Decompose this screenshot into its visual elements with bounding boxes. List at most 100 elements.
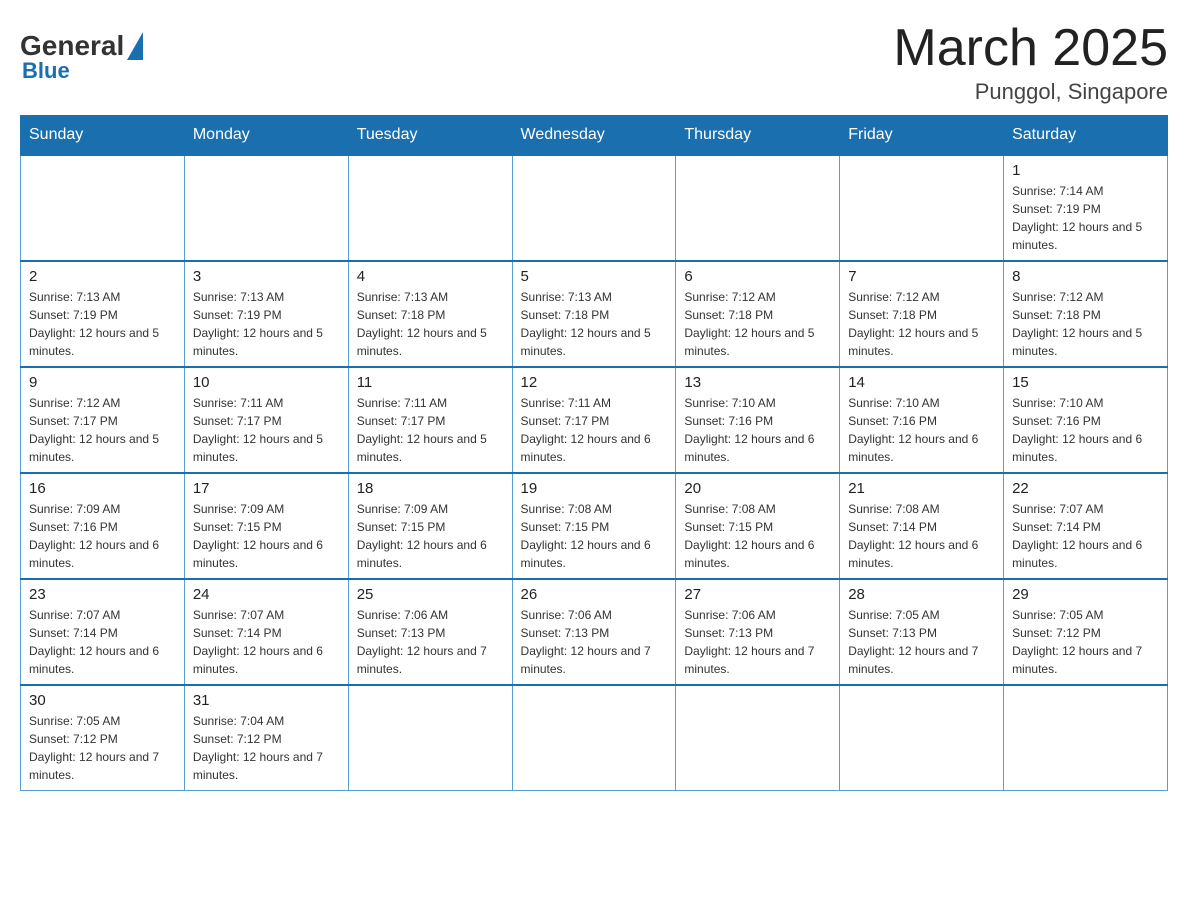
calendar-week-row: 30 Sunrise: 7:05 AM Sunset: 7:12 PM Dayli… [21,685,1168,791]
day-number: 16 [29,480,176,497]
day-info: Sunrise: 7:08 AM Sunset: 7:15 PM Dayligh… [684,500,831,572]
day-number: 14 [848,374,995,391]
calendar-day-cell: 7 Sunrise: 7:12 AM Sunset: 7:18 PM Daylig… [840,261,1004,367]
day-info: Sunrise: 7:13 AM Sunset: 7:18 PM Dayligh… [521,288,668,360]
calendar-day-cell: 8Sunrise: 7:12 AM Sunset: 7:18 PM Daylig… [1004,261,1168,367]
calendar-table: SundayMondayTuesdayWednesdayThursdayFrid… [20,115,1168,791]
calendar-day-header: Saturday [1004,116,1168,156]
day-info: Sunrise: 7:05 AM Sunset: 7:13 PM Dayligh… [848,606,995,678]
day-info: Sunrise: 7:08 AM Sunset: 7:15 PM Dayligh… [521,500,668,572]
calendar-day-header: Tuesday [348,116,512,156]
day-info: Sunrise: 7:13 AM Sunset: 7:19 PM Dayligh… [29,288,176,360]
day-number: 4 [357,268,504,285]
calendar-day-cell [512,685,676,791]
day-number: 20 [684,480,831,497]
day-info: Sunrise: 7:07 AM Sunset: 7:14 PM Dayligh… [193,606,340,678]
calendar-day-header: Thursday [676,116,840,156]
day-number: 7 [848,268,995,285]
calendar-day-cell: 29Sunrise: 7:05 AM Sunset: 7:12 PM Dayli… [1004,579,1168,685]
day-info: Sunrise: 7:11 AM Sunset: 7:17 PM Dayligh… [357,394,504,466]
day-number: 30 [29,692,176,709]
calendar-day-cell: 1Sunrise: 7:14 AM Sunset: 7:19 PM Daylig… [1004,155,1168,261]
calendar-day-header: Sunday [21,116,185,156]
calendar-day-cell [21,155,185,261]
logo-blue-text: Blue [22,58,70,84]
day-number: 10 [193,374,340,391]
calendar-day-cell: 15Sunrise: 7:10 AM Sunset: 7:16 PM Dayli… [1004,367,1168,473]
logo-triangle-icon [127,32,143,60]
day-number: 17 [193,480,340,497]
calendar-day-cell: 18Sunrise: 7:09 AM Sunset: 7:15 PM Dayli… [348,473,512,579]
day-number: 27 [684,586,831,603]
calendar-day-cell: 17Sunrise: 7:09 AM Sunset: 7:15 PM Dayli… [184,473,348,579]
day-number: 2 [29,268,176,285]
calendar-day-cell: 23 Sunrise: 7:07 AM Sunset: 7:14 PM Dayli… [21,579,185,685]
calendar-day-cell [348,155,512,261]
day-number: 6 [684,268,831,285]
day-number: 9 [29,374,176,391]
day-number: 15 [1012,374,1159,391]
calendar-day-cell: 30 Sunrise: 7:05 AM Sunset: 7:12 PM Dayli… [21,685,185,791]
day-number: 21 [848,480,995,497]
day-info: Sunrise: 7:05 AM Sunset: 7:12 PM Dayligh… [29,712,176,784]
calendar-week-row: 23 Sunrise: 7:07 AM Sunset: 7:14 PM Dayli… [21,579,1168,685]
day-info: Sunrise: 7:10 AM Sunset: 7:16 PM Dayligh… [848,394,995,466]
calendar-week-row: 1Sunrise: 7:14 AM Sunset: 7:19 PM Daylig… [21,155,1168,261]
day-info: Sunrise: 7:07 AM Sunset: 7:14 PM Dayligh… [29,606,176,678]
calendar-header-row: SundayMondayTuesdayWednesdayThursdayFrid… [21,116,1168,156]
calendar-day-cell: 26 Sunrise: 7:06 AM Sunset: 7:13 PM Dayli… [512,579,676,685]
day-number: 23 [29,586,176,603]
calendar-day-cell [1004,685,1168,791]
calendar-day-cell [348,685,512,791]
calendar-day-cell: 4Sunrise: 7:13 AM Sunset: 7:18 PM Daylig… [348,261,512,367]
day-info: Sunrise: 7:12 AM Sunset: 7:17 PM Dayligh… [29,394,176,466]
day-info: Sunrise: 7:06 AM Sunset: 7:13 PM Dayligh… [521,606,668,678]
calendar-day-cell: 9 Sunrise: 7:12 AM Sunset: 7:17 PM Daylig… [21,367,185,473]
calendar-day-cell: 16 Sunrise: 7:09 AM Sunset: 7:16 PM Dayli… [21,473,185,579]
calendar-day-cell: 6 Sunrise: 7:12 AM Sunset: 7:18 PM Daylig… [676,261,840,367]
day-info: Sunrise: 7:06 AM Sunset: 7:13 PM Dayligh… [684,606,831,678]
calendar-day-cell: 24 Sunrise: 7:07 AM Sunset: 7:14 PM Dayli… [184,579,348,685]
month-title: March 2025 [893,20,1168,77]
calendar-day-cell: 21Sunrise: 7:08 AM Sunset: 7:14 PM Dayli… [840,473,1004,579]
calendar-day-header: Friday [840,116,1004,156]
calendar-day-cell: 2 Sunrise: 7:13 AM Sunset: 7:19 PM Daylig… [21,261,185,367]
day-number: 13 [684,374,831,391]
calendar-day-cell: 25Sunrise: 7:06 AM Sunset: 7:13 PM Dayli… [348,579,512,685]
day-number: 1 [1012,162,1159,179]
day-info: Sunrise: 7:06 AM Sunset: 7:13 PM Dayligh… [357,606,504,678]
calendar-day-cell: 10Sunrise: 7:11 AM Sunset: 7:17 PM Dayli… [184,367,348,473]
logo: General Blue [20,30,143,84]
day-info: Sunrise: 7:12 AM Sunset: 7:18 PM Dayligh… [684,288,831,360]
calendar-day-cell [840,685,1004,791]
day-number: 24 [193,586,340,603]
calendar-week-row: 16 Sunrise: 7:09 AM Sunset: 7:16 PM Dayli… [21,473,1168,579]
day-info: Sunrise: 7:09 AM Sunset: 7:15 PM Dayligh… [357,500,504,572]
calendar-day-cell [676,685,840,791]
day-info: Sunrise: 7:11 AM Sunset: 7:17 PM Dayligh… [521,394,668,466]
calendar-day-cell [184,155,348,261]
calendar-day-cell: 14 Sunrise: 7:10 AM Sunset: 7:16 PM Dayli… [840,367,1004,473]
calendar-day-cell: 3Sunrise: 7:13 AM Sunset: 7:19 PM Daylig… [184,261,348,367]
day-number: 19 [521,480,668,497]
day-number: 3 [193,268,340,285]
calendar-day-cell: 20 Sunrise: 7:08 AM Sunset: 7:15 PM Dayli… [676,473,840,579]
day-number: 28 [848,586,995,603]
day-info: Sunrise: 7:09 AM Sunset: 7:16 PM Dayligh… [29,500,176,572]
day-info: Sunrise: 7:05 AM Sunset: 7:12 PM Dayligh… [1012,606,1159,678]
calendar-day-cell: 13 Sunrise: 7:10 AM Sunset: 7:16 PM Dayli… [676,367,840,473]
day-number: 26 [521,586,668,603]
calendar-day-cell: 22Sunrise: 7:07 AM Sunset: 7:14 PM Dayli… [1004,473,1168,579]
calendar-day-cell: 19 Sunrise: 7:08 AM Sunset: 7:15 PM Dayli… [512,473,676,579]
calendar-day-cell: 27 Sunrise: 7:06 AM Sunset: 7:13 PM Dayli… [676,579,840,685]
calendar-day-cell: 11 Sunrise: 7:11 AM Sunset: 7:17 PM Dayli… [348,367,512,473]
day-number: 5 [521,268,668,285]
calendar-day-header: Wednesday [512,116,676,156]
day-info: Sunrise: 7:12 AM Sunset: 7:18 PM Dayligh… [848,288,995,360]
day-number: 12 [521,374,668,391]
calendar-day-cell [676,155,840,261]
day-number: 31 [193,692,340,709]
day-number: 11 [357,374,504,391]
day-info: Sunrise: 7:10 AM Sunset: 7:16 PM Dayligh… [684,394,831,466]
day-info: Sunrise: 7:12 AM Sunset: 7:18 PM Dayligh… [1012,288,1159,360]
